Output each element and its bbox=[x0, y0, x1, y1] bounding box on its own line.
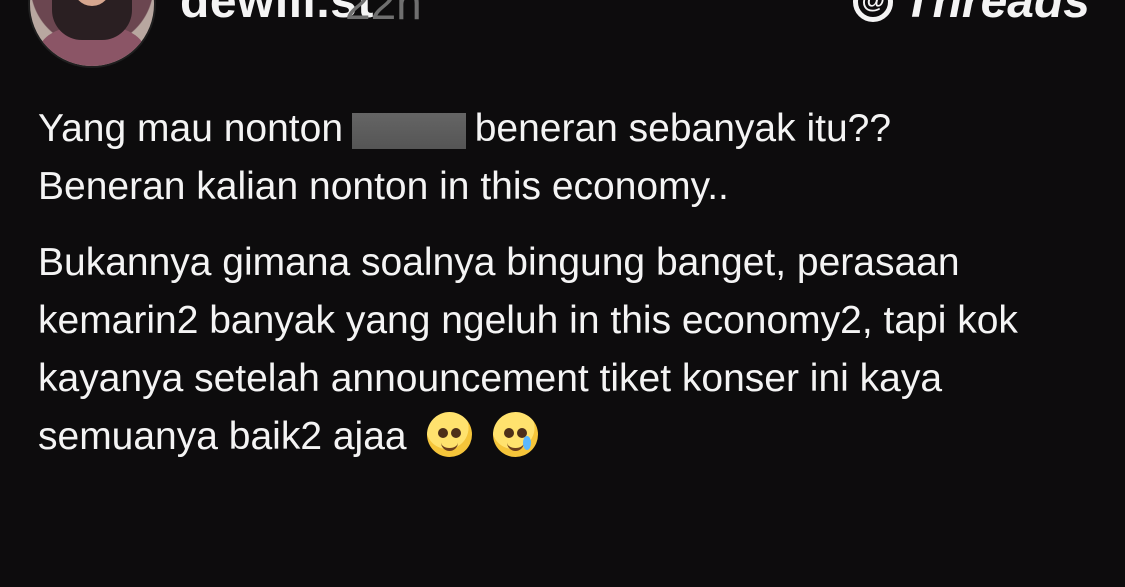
avatar[interactable] bbox=[28, 0, 156, 68]
pleading-face-icon bbox=[427, 412, 473, 457]
emoji-eye-right bbox=[451, 428, 462, 438]
emoji-eye-left bbox=[504, 428, 515, 438]
threads-brand: @ Threads bbox=[853, 0, 1090, 29]
post-line-2: Beneran kalian nonton in this economy.. bbox=[38, 165, 729, 208]
redaction-bar bbox=[351, 113, 466, 149]
face-holding-back-tears-icon bbox=[493, 412, 539, 457]
post-text-before-redaction: Yang mau nonton bbox=[38, 107, 354, 150]
post-body: Yang mau nonton beneran sebanyak itu?? B… bbox=[38, 100, 1098, 466]
post-paragraph-1: Yang mau nonton beneran sebanyak itu?? B… bbox=[38, 100, 1098, 216]
emoji-eye-left bbox=[438, 428, 449, 438]
emoji-mouth bbox=[507, 441, 525, 451]
emoji-mouth bbox=[441, 441, 459, 451]
tear-icon bbox=[523, 436, 532, 450]
post-time: 22h bbox=[345, 0, 422, 29]
post-paragraph-2: Bukannya gimana soalnya bingung banget, … bbox=[38, 234, 1098, 466]
avatar-hood-shape bbox=[52, 0, 132, 40]
post-text-after-redaction: beneran sebanyak itu?? bbox=[463, 107, 892, 150]
threads-logo-icon: @ bbox=[853, 0, 894, 22]
threads-brand-label: Threads bbox=[903, 0, 1090, 28]
